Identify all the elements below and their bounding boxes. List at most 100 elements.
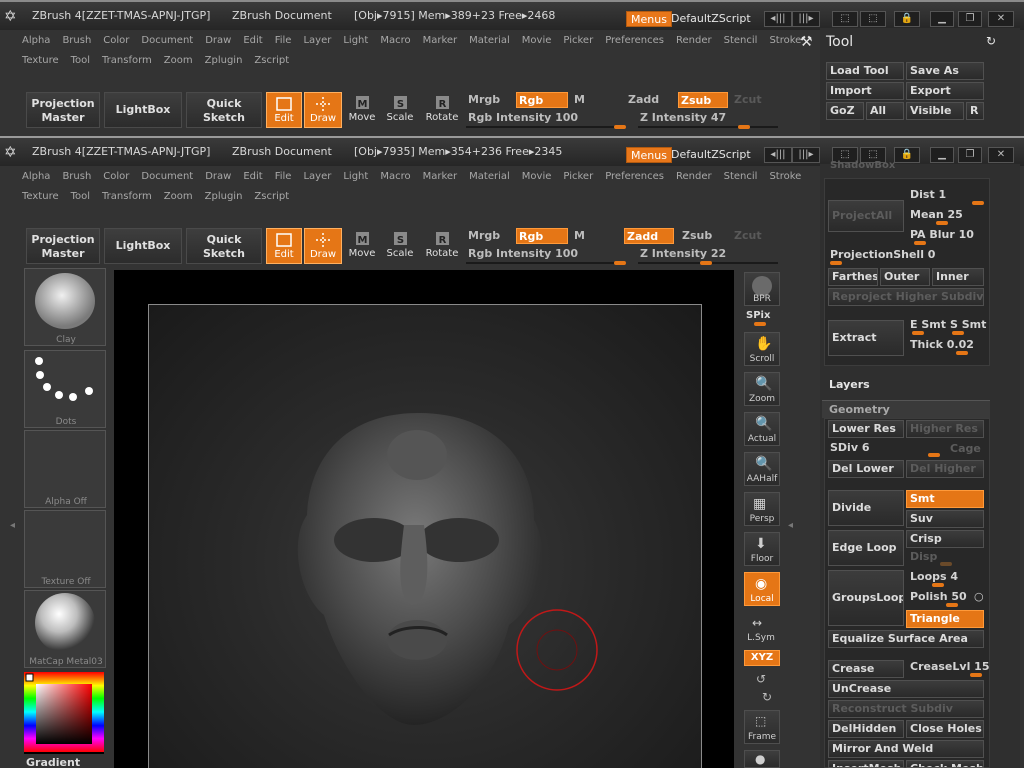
back-menu-edit[interactable]: Edit <box>243 32 262 50</box>
shadowbox-label[interactable]: ShadowBox <box>830 160 895 171</box>
back-menu-draw[interactable]: Draw <box>205 32 231 50</box>
back-menu-light[interactable]: Light <box>343 32 368 50</box>
pa-blur-slider[interactable]: PA Blur 10 <box>910 228 974 241</box>
front-menu-layer[interactable]: Layer <box>303 168 331 186</box>
crease-button[interactable]: Crease <box>828 660 904 678</box>
projection-shell-knob[interactable] <box>830 261 842 265</box>
back-lock-icon[interactable]: 🔒 <box>894 11 920 27</box>
back-rgb-intensity-slider[interactable]: Rgb Intensity 100 <box>466 110 626 126</box>
back-menu-preferences[interactable]: Preferences <box>605 32 664 50</box>
back-rgb-toggle[interactable]: Rgb <box>516 92 568 108</box>
e-smt-slider[interactable]: E Smt <box>910 318 946 331</box>
layers-subpalette[interactable]: Layers <box>829 378 870 391</box>
s-smt-knob[interactable] <box>952 331 964 335</box>
alpha-thumbnail[interactable]: Alpha Off <box>24 430 106 508</box>
back-menu-texture[interactable]: Texture <box>22 52 59 70</box>
back-layout-icon[interactable]: ⬚ <box>832 11 858 27</box>
back-menu-alpha[interactable]: Alpha <box>22 32 50 50</box>
back-z-intensity-knob[interactable] <box>738 125 750 129</box>
lsym-button[interactable]: L.Sym ↔ <box>744 614 780 644</box>
back-maximize-icon[interactable]: ❐ <box>958 11 982 27</box>
back-menu-transform[interactable]: Transform <box>102 52 152 70</box>
scroll-button[interactable]: Scroll ✋ <box>744 332 780 366</box>
actual-button[interactable]: Actual 🔍 <box>744 412 780 446</box>
front-menu-zscript[interactable]: Zscript <box>254 188 289 206</box>
back-zcut-toggle[interactable]: Zcut <box>732 92 776 108</box>
polish-circle-icon[interactable]: ○ <box>974 590 984 603</box>
sdiv-slider[interactable]: SDiv 6 <box>830 441 869 454</box>
project-all-button[interactable]: ProjectAll <box>828 200 904 232</box>
back-close-icon[interactable]: ✕ <box>988 11 1014 27</box>
cage-button[interactable]: Cage <box>950 442 981 455</box>
disp-slider[interactable]: Disp <box>910 550 937 563</box>
front-projection-master-button[interactable]: Projection Master <box>26 228 100 264</box>
back-rotate-button[interactable]: R Rotate <box>424 92 460 128</box>
back-rgb-intensity-knob[interactable] <box>614 125 626 129</box>
front-menu-zplugin[interactable]: Zplugin <box>205 188 243 206</box>
front-mrgb-toggle[interactable]: Mrgb <box>466 228 514 244</box>
front-quick-sketch-button[interactable]: Quick Sketch <box>186 228 262 264</box>
back-z-intensity-slider[interactable]: Z Intensity 47 <box>638 110 758 126</box>
sculpt-head-model[interactable] <box>149 305 703 768</box>
front-menu-texture[interactable]: Texture <box>22 188 59 206</box>
check-mesh-button[interactable]: Check Mesh <box>906 760 984 768</box>
geometry-subpalette[interactable]: Geometry <box>822 400 990 418</box>
front-menu-zoom[interactable]: Zoom <box>164 188 193 206</box>
front-rgb-intensity-knob[interactable] <box>614 261 626 265</box>
frame-button[interactable]: Frame ⬚ <box>744 710 780 744</box>
back-menu-render[interactable]: Render <box>676 32 712 50</box>
front-menu-macro[interactable]: Macro <box>380 168 410 186</box>
export-button[interactable]: Export <box>906 82 984 100</box>
front-scroll-left-icon[interactable]: ◂||| <box>764 147 792 163</box>
crease-level-knob[interactable] <box>970 673 982 677</box>
front-zcut-toggle[interactable]: Zcut <box>732 228 776 244</box>
front-menu-preferences[interactable]: Preferences <box>605 168 664 186</box>
color-picker[interactable] <box>24 672 104 754</box>
insert-mesh-button[interactable]: InsertMesh <box>828 760 904 768</box>
back-scroll-left-icon[interactable]: ◂||| <box>764 11 792 27</box>
lower-res-button[interactable]: Lower Res <box>828 420 904 438</box>
del-lower-button[interactable]: Del Lower <box>828 460 904 478</box>
back-projection-master-button[interactable]: Projection Master <box>26 92 100 128</box>
front-z-intensity-slider[interactable]: Z Intensity 22 <box>638 246 758 262</box>
back-menu-movie[interactable]: Movie <box>522 32 552 50</box>
brush-thumbnail[interactable]: Clay <box>24 268 106 346</box>
goz-button[interactable]: GoZ <box>826 102 864 120</box>
reconstruct-subdiv-button[interactable]: Reconstruct Subdiv <box>828 700 984 718</box>
dist-slider[interactable]: Dist 1 <box>910 188 946 201</box>
back-menu-stencil[interactable]: Stencil <box>724 32 758 50</box>
mirror-and-weld-button[interactable]: Mirror And Weld <box>828 740 984 758</box>
back-menu-picker[interactable]: Picker <box>563 32 593 50</box>
front-lightbox-button[interactable]: LightBox <box>104 228 182 264</box>
bpr-button[interactable]: BPR <box>744 272 780 306</box>
back-draw-button[interactable]: Draw <box>304 92 342 128</box>
groups-loops-button[interactable]: GroupsLoops <box>828 570 904 626</box>
import-button[interactable]: Import <box>826 82 904 100</box>
back-zadd-toggle[interactable]: Zadd <box>626 92 674 108</box>
stroke-thumbnail[interactable]: Dots <box>24 350 106 428</box>
front-rgb-intensity-track[interactable] <box>466 262 626 264</box>
back-minimize-icon[interactable]: ▁ <box>930 11 954 27</box>
crisp-toggle[interactable]: Crisp <box>906 530 984 548</box>
e-smt-knob[interactable] <box>912 331 924 335</box>
dist-knob[interactable] <box>972 201 984 205</box>
back-menu-layer[interactable]: Layer <box>303 32 331 50</box>
rotate-y-icon[interactable]: ↺ <box>756 672 766 686</box>
close-holes-button[interactable]: Close Holes <box>906 720 984 738</box>
front-menu-picker[interactable]: Picker <box>563 168 593 186</box>
front-menu-render[interactable]: Render <box>676 168 712 186</box>
front-zsub-toggle[interactable]: Zsub <box>680 228 728 244</box>
front-menu-tool[interactable]: Tool <box>71 188 90 206</box>
back-mrgb-toggle[interactable]: Mrgb <box>466 92 514 108</box>
front-maximize-icon[interactable]: ❐ <box>958 147 982 163</box>
back-edit-button[interactable]: Edit <box>266 92 302 128</box>
back-menu-brush[interactable]: Brush <box>62 32 91 50</box>
texture-thumbnail[interactable]: Texture Off <box>24 510 106 588</box>
back-menu-file[interactable]: File <box>275 32 292 50</box>
back-z-intensity-track[interactable] <box>638 126 778 128</box>
front-scale-button[interactable]: S Scale <box>382 228 418 264</box>
front-rgb-intensity-slider[interactable]: Rgb Intensity 100 <box>466 246 626 262</box>
gradient-label[interactable]: Gradient <box>26 756 80 768</box>
front-draw-button[interactable]: Draw <box>304 228 342 264</box>
right-tray-toggle-icon[interactable]: ◂ <box>788 520 796 534</box>
